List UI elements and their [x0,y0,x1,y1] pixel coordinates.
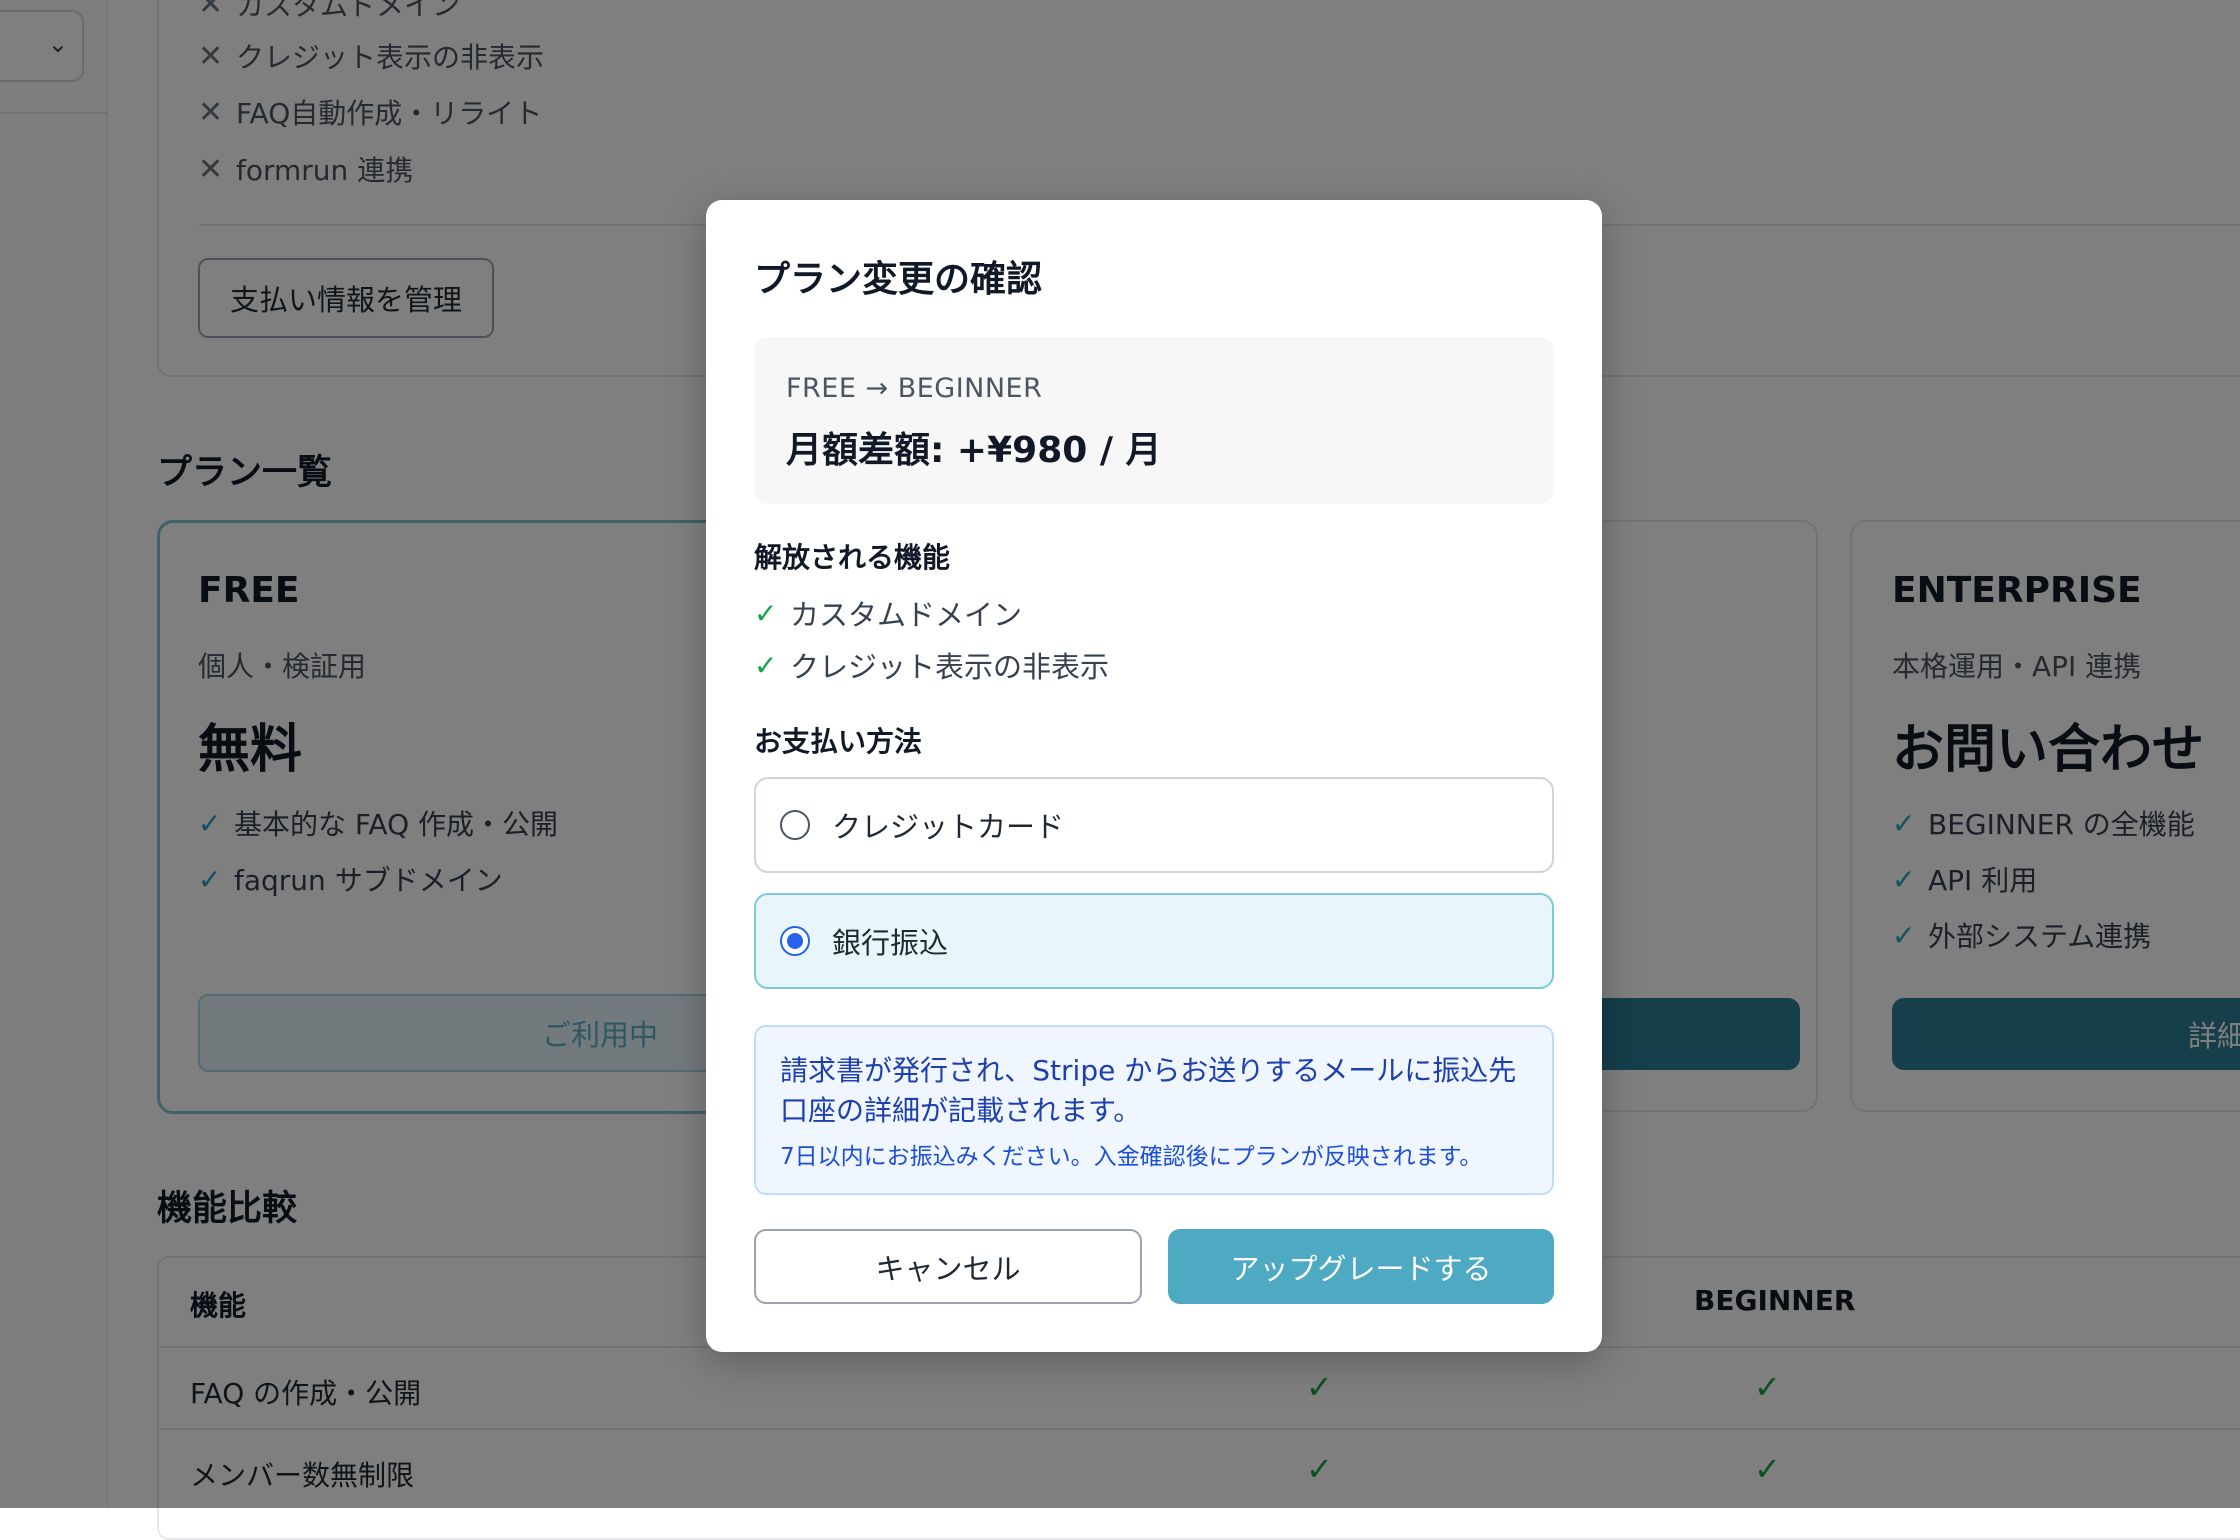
check-icon: ✓ [754,648,778,682]
unlocked-feature: ✓ クレジット表示の非表示 [754,648,1110,685]
plan-summary-box: FREE → BEGINNER 月額差額: +¥980 / 月 [754,337,1554,504]
info-note: 7日以内にお振込みください。入金確認後にプランが反映されます。 [780,1144,1483,1170]
dialog-title: プラン変更の確認 [754,259,1043,300]
payment-option-bank-transfer[interactable]: 銀行振込 [754,893,1554,989]
radio-button-selected[interactable] [780,926,810,956]
radio-button[interactable] [780,810,810,840]
upgrade-button[interactable]: アップグレードする [1168,1229,1554,1304]
cancel-button[interactable]: キャンセル [754,1229,1142,1304]
unlocked-features-label: 解放される機能 [754,541,951,574]
bank-transfer-info: 請求書が発行され、Stripe からお送りするメールに振込先口座の詳細が記載され… [754,1025,1554,1195]
payment-method-label: お支払い方法 [754,725,923,758]
payment-option-credit-card[interactable]: クレジットカード [754,777,1554,873]
plan-change-dialog: プラン変更の確認 FREE → BEGINNER 月額差額: +¥980 / 月… [706,200,1602,1352]
unlocked-feature: ✓ カスタムドメイン [754,596,1023,633]
plan-transition: FREE → BEGINNER [786,373,1043,404]
info-text: 請求書が発行され、Stripe からお送りするメールに振込先口座の詳細が記載され… [780,1054,1517,1127]
price-difference: 月額差額: +¥980 / 月 [786,430,1162,471]
check-icon: ✓ [754,596,778,630]
